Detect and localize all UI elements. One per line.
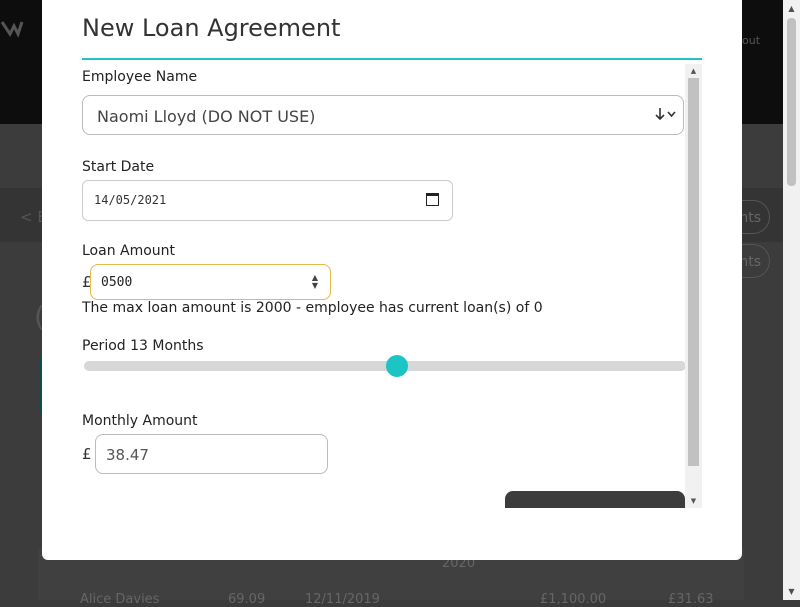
start-date-value: 14/05/2021 [94,193,167,207]
modal-scrollbar[interactable]: ▲ ▼ [685,64,702,508]
app-logo [0,18,40,44]
monthly-amount-label: Monthly Amount [82,413,198,429]
modal-scroll-area[interactable]: Employee Name Naomi Lloyd (DO NOT USE) S… [82,64,702,508]
employee-name-select[interactable]: Naomi Lloyd (DO NOT USE) [82,95,684,135]
monthly-currency-symbol: £ [82,445,92,463]
spinner-arrows-icon[interactable]: ▲ ▼ [312,274,318,290]
modal-scroll-up-icon[interactable]: ▲ [685,64,702,78]
start-date-input[interactable]: 14/05/2021 [82,180,453,221]
scroll-down-arrow-icon[interactable]: ▼ [783,583,800,600]
logout-link[interactable]: out [742,34,760,47]
scroll-up-arrow-icon[interactable]: ▲ [783,0,800,17]
period-label: Period 13 Months [82,338,204,354]
max-loan-note: The max loan amount is 2000 - employee h… [82,300,543,316]
start-date-label: Start Date [82,159,155,175]
modal-title: New Loan Agreement [82,14,341,42]
calendar-icon[interactable] [426,193,439,206]
monthly-amount-input[interactable]: 38.47 [95,434,328,474]
loan-amount-input[interactable]: 0500 ▲ ▼ [90,264,331,300]
modal-scroll-down-icon[interactable]: ▼ [685,494,702,508]
period-slider-thumb[interactable] [385,355,408,377]
new-loan-modal: New Loan Agreement Employee Name Naomi L… [42,0,742,560]
monthly-amount-value: 38.47 [106,446,149,464]
submit-button[interactable] [505,491,685,508]
page-scroll-thumb[interactable] [787,18,796,186]
loan-amount-label: Loan Amount [82,243,176,259]
loan-amount-value: 0500 [101,275,133,290]
page-scrollbar[interactable]: ▲ ▼ [783,0,800,600]
arrow-down-chevron-icon [655,106,677,126]
employee-name-label: Employee Name [82,69,198,85]
employee-name-value: Naomi Lloyd (DO NOT USE) [97,107,316,126]
modal-scroll-thumb[interactable] [688,78,699,466]
title-divider [82,58,702,60]
